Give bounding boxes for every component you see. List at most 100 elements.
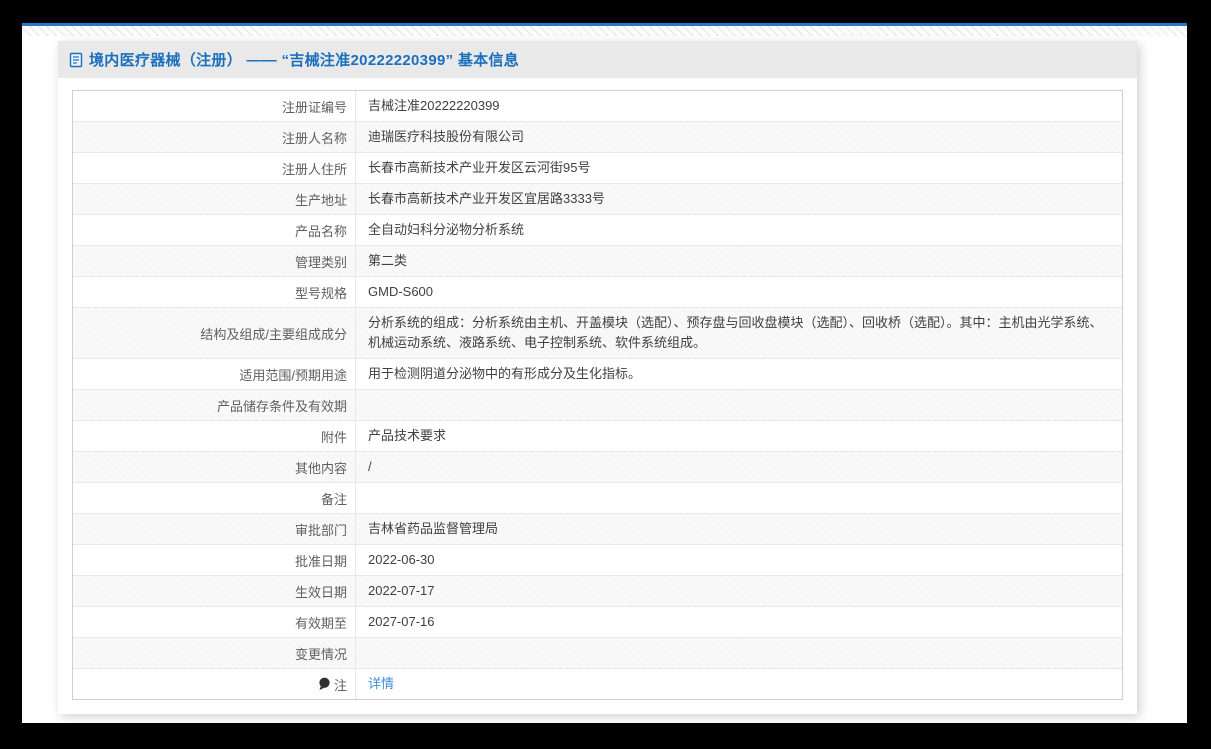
table-row: 生产地址 长春市高新技术产业开发区宜居路3333号 [73,184,1122,215]
row-value: 2022-06-30 [356,545,1122,575]
row-value [356,638,1122,668]
row-label-text: 变更情况 [294,646,347,662]
table-row: 备注 [73,483,1122,514]
row-label: 审批部门 [73,514,356,544]
row-label: 注 [73,669,356,699]
row-label: 产品名称 [73,215,356,245]
table-row: 注册证编号 吉械注准20222220399 [73,91,1122,122]
row-label-text: 适用范围/预期用途 [239,367,347,383]
row-value-text: GMD-S600 [368,284,434,299]
row-label-text: 生产地址 [294,192,347,208]
info-card: 境内医疗器械（注册） —— “吉械注准20222220399” 基本信息 注册证… [58,41,1137,714]
row-label: 其他内容 [73,452,356,482]
note-icon [318,677,331,691]
row-label-text: 注册人名称 [281,130,347,146]
document-icon [68,52,84,68]
table-row: 审批部门 吉林省药品监督管理局 [73,514,1122,545]
row-value-text: 2022-06-30 [368,552,435,567]
table-row: 变更情况 [73,638,1122,669]
row-value-text: 吉械注准20222220399 [368,98,500,113]
row-label-text: 生效日期 [294,584,347,600]
row-value-text: 吉林省药品监督管理局 [368,521,499,536]
row-value: 分析系统的组成：分析系统由主机、开盖模块（选配）、预存盘与回收盘模块（选配）、回… [356,308,1122,358]
row-label-text: 注册人住所 [281,161,347,177]
row-value: 2027-07-16 [356,607,1122,637]
row-label-text: 批准日期 [294,553,347,569]
row-label: 结构及组成/主要组成成分 [73,308,356,358]
table-row: 型号规格 GMD-S600 [73,277,1122,308]
row-label-text: 审批部门 [294,522,347,538]
row-label-text: 备注 [320,491,347,507]
row-label: 适用范围/预期用途 [73,359,356,389]
row-value-text: 分析系统的组成：分析系统由主机、开盖模块（选配）、预存盘与回收盘模块（选配）、回… [368,315,1103,350]
row-value-text: / [368,459,372,474]
row-value-text: 全自动妇科分泌物分析系统 [368,222,525,237]
row-value: 2022-07-17 [356,576,1122,606]
row-label: 变更情况 [73,638,356,668]
row-label-text: 有效期至 [294,615,347,631]
row-value: 详情 [356,669,1122,699]
table-row: 注 详情 [73,669,1122,699]
row-value: / [356,452,1122,482]
table-row: 适用范围/预期用途 用于检测阴道分泌物中的有形成分及生化指标。 [73,359,1122,390]
hatch-stripe [22,26,1187,36]
row-label: 有效期至 [73,607,356,637]
table-row: 有效期至 2027-07-16 [73,607,1122,638]
row-value: 产品技术要求 [356,421,1122,451]
table-row: 注册人住所 长春市高新技术产业开发区云河街95号 [73,153,1122,184]
row-label: 注册证编号 [73,91,356,121]
row-value: 长春市高新技术产业开发区云河街95号 [356,153,1122,183]
info-table-body: 注册证编号 吉械注准20222220399 注册人名称 迪瑞医疗科技股份有限公司 注册人… [72,90,1123,700]
row-label-text: 管理类别 [294,254,347,270]
row-value [356,390,1122,420]
row-label: 批准日期 [73,545,356,575]
row-label: 注册人住所 [73,153,356,183]
row-label: 生产地址 [73,184,356,214]
table-row: 附件 产品技术要求 [73,421,1122,452]
row-value-text: 长春市高新技术产业开发区宜居路3333号 [368,191,605,206]
row-label-text: 其他内容 [294,460,347,476]
table-row: 生效日期 2022-07-17 [73,576,1122,607]
table-row: 产品名称 全自动妇科分泌物分析系统 [73,215,1122,246]
table-row: 结构及组成/主要组成成分 分析系统的组成：分析系统由主机、开盖模块（选配）、预存盘… [73,308,1122,359]
row-label: 型号规格 [73,277,356,307]
row-value-text: 用于检测阴道分泌物中的有形成分及生化指标。 [368,366,642,381]
row-value-text: 2022-07-17 [368,583,435,598]
row-value: 第二类 [356,246,1122,276]
row-value [356,483,1122,513]
row-value: GMD-S600 [356,277,1122,307]
row-value: 用于检测阴道分泌物中的有形成分及生化指标。 [356,359,1122,389]
row-value: 吉械注准20222220399 [356,91,1122,121]
row-label-text: 产品名称 [294,223,347,239]
card-header: 境内医疗器械（注册） —— “吉械注准20222220399” 基本信息 [58,41,1137,78]
row-label: 附件 [73,421,356,451]
row-value-text: 第二类 [368,253,408,268]
row-value-text: 长春市高新技术产业开发区云河街95号 [368,160,591,175]
page: 境内医疗器械（注册） —— “吉械注准20222220399” 基本信息 注册证… [22,23,1187,723]
row-label-text: 注 [333,677,347,693]
row-label: 管理类别 [73,246,356,276]
row-value: 迪瑞医疗科技股份有限公司 [356,122,1122,152]
row-value-text: 2027-07-16 [368,614,435,629]
row-label: 备注 [73,483,356,513]
page-title: 境内医疗器械（注册） —— “吉械注准20222220399” 基本信息 [89,52,520,69]
table-row: 注册人名称 迪瑞医疗科技股份有限公司 [73,122,1122,153]
row-label-text: 注册证编号 [281,99,347,115]
row-label: 注册人名称 [73,122,356,152]
row-value: 全自动妇科分泌物分析系统 [356,215,1122,245]
row-label: 产品储存条件及有效期 [73,390,356,420]
row-label-text: 结构及组成/主要组成成分 [200,326,347,342]
row-label: 生效日期 [73,576,356,606]
row-value-text: 产品技术要求 [368,428,447,443]
row-value: 吉林省药品监督管理局 [356,514,1122,544]
row-label-text: 附件 [320,429,347,445]
row-value-text: 迪瑞医疗科技股份有限公司 [368,129,525,144]
row-value: 长春市高新技术产业开发区宜居路3333号 [356,184,1122,214]
card-body: 注册证编号 吉械注准20222220399 注册人名称 迪瑞医疗科技股份有限公司 注册人… [58,78,1137,714]
table-row: 其他内容 / [73,452,1122,483]
table-row: 管理类别 第二类 [73,246,1122,277]
row-label-text: 型号规格 [294,285,347,301]
table-row: 批准日期 2022-06-30 [73,545,1122,576]
detail-link[interactable]: 详情 [368,674,394,694]
table-row: 产品储存条件及有效期 [73,390,1122,421]
